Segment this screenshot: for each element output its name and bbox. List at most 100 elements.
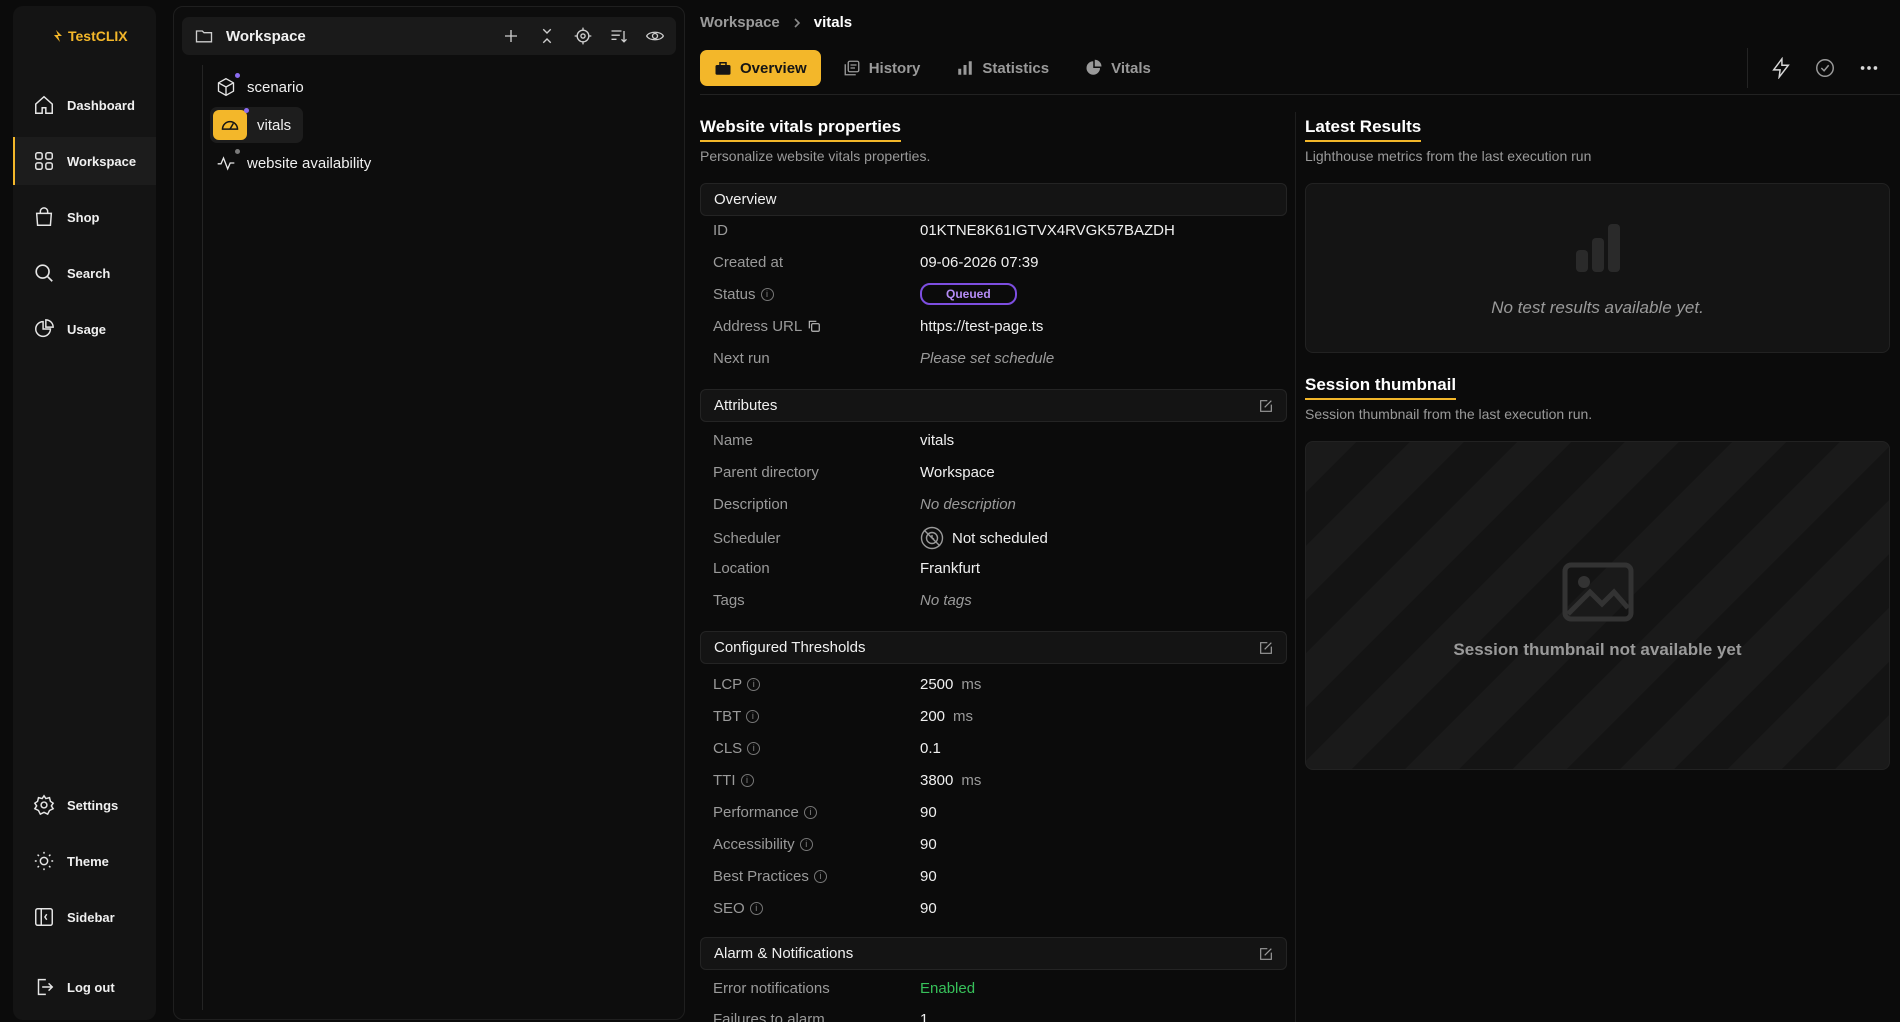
threshold-row: Best Practices i 90 <box>713 863 1283 889</box>
more-icon <box>1860 66 1878 70</box>
threshold-row: SEO i 90 <box>713 895 1283 921</box>
latest-results-empty: No test results available yet. <box>1491 298 1704 317</box>
bar-chart-placeholder-icon <box>1576 224 1620 272</box>
info-icon[interactable]: i <box>746 709 760 723</box>
id-row: ID 01KTNE8K61IGTVX4RVGK57BAZDH <box>713 217 1283 243</box>
name-label: Name <box>713 431 754 449</box>
tab-statistics[interactable]: Statistics <box>942 50 1063 86</box>
locate-button[interactable] <box>572 25 594 47</box>
nav-settings[interactable]: Settings <box>13 781 156 829</box>
latest-results-subtitle: Lighthouse metrics from the last executi… <box>1305 148 1592 164</box>
sun-icon <box>34 851 54 871</box>
props-title: Website vitals properties <box>700 117 901 142</box>
url-row: Address URL https://test-page.ts <box>713 313 1283 339</box>
nav-sidebar[interactable]: Sidebar <box>13 893 156 941</box>
collapse-all-button[interactable] <box>536 25 558 47</box>
tab-overview[interactable]: Overview <box>700 50 821 86</box>
eye-icon <box>645 31 665 41</box>
clock-off-icon <box>920 526 944 550</box>
location-label: Location <box>713 559 770 577</box>
overview-panel-header: Overview <box>700 183 1287 216</box>
check-button[interactable] <box>1814 57 1836 79</box>
created-label: Created at <box>713 253 784 271</box>
threshold-row: LCP i 2500 ms <box>713 671 1283 697</box>
cube-icon <box>215 73 240 98</box>
status-badge: Queued <box>920 283 1017 305</box>
chevron-right-icon <box>794 17 800 28</box>
lightning-icon <box>1772 57 1790 79</box>
logout-button[interactable]: Log out <box>13 963 156 1011</box>
next-run-label: Next run <box>713 349 770 367</box>
info-icon[interactable]: i <box>740 773 754 787</box>
latest-results-card: No test results available yet. <box>1305 183 1890 353</box>
threshold-value: 3800 <box>920 771 954 789</box>
threshold-row: Performance i 90 <box>713 799 1283 825</box>
tab-statistics-label: Statistics <box>982 59 1050 77</box>
threshold-label: CLS <box>713 739 743 757</box>
info-icon[interactable]: i <box>749 901 763 915</box>
edit-thresholds-button[interactable] <box>1258 640 1274 656</box>
created-value: 09-06-2026 07:39 <box>920 253 1039 271</box>
tags-row: Tags No tags <box>713 587 1283 613</box>
plus-icon <box>505 30 517 42</box>
visibility-button[interactable] <box>644 25 666 47</box>
info-icon[interactable]: i <box>760 287 774 301</box>
nav-usage[interactable]: Usage <box>13 305 156 353</box>
threshold-value: 90 <box>920 835 937 853</box>
url-value[interactable]: https://test-page.ts <box>920 318 1043 335</box>
breadcrumb-parent[interactable]: Workspace <box>700 14 780 31</box>
info-icon[interactable]: i <box>747 741 761 755</box>
scheduler-label: Scheduler <box>713 529 781 547</box>
more-button[interactable] <box>1858 57 1880 79</box>
tree-node-website-availability[interactable]: website availability <box>215 149 371 174</box>
tab-vitals[interactable]: Vitals <box>1071 50 1165 86</box>
copy-icon[interactable] <box>807 319 821 333</box>
grid-icon <box>35 152 53 170</box>
threshold-unit: ms <box>961 771 982 789</box>
edit-alarm-button[interactable] <box>1258 946 1274 962</box>
edit-icon <box>1260 948 1272 960</box>
tab-history[interactable]: History <box>829 50 935 86</box>
alarm-panel-header: Alarm & Notifications <box>700 937 1287 970</box>
parent-label: Parent directory <box>713 463 819 481</box>
info-icon[interactable]: i <box>813 869 827 883</box>
search-icon <box>35 264 53 282</box>
scheduler-row: Scheduler Not scheduled <box>713 523 1283 553</box>
nav-search[interactable]: Search <box>13 249 156 297</box>
thumbnail-title: Session thumbnail <box>1305 375 1457 400</box>
error-notifications-value: Enabled <box>920 979 976 997</box>
threshold-row: CLS i 0.1 <box>713 735 1283 761</box>
id-value: 01KTNE8K61IGTVX4RVGK57BAZDH <box>920 221 1175 239</box>
logout-icon <box>37 978 54 996</box>
nav-workspace[interactable]: Workspace <box>13 137 156 185</box>
nav-dashboard[interactable]: Dashboard <box>13 81 156 129</box>
info-icon[interactable]: i <box>747 677 761 691</box>
sort-icon <box>611 30 627 43</box>
location-row: Location Frankfurt <box>713 555 1283 581</box>
name-row: Name vitals <box>713 427 1283 453</box>
tree-node-scenario[interactable]: scenario <box>215 73 304 98</box>
collapse-icon <box>542 28 552 44</box>
status-row: Status i Queued <box>713 281 1283 307</box>
alarm-header-label: Alarm & Notifications <box>714 945 854 962</box>
nav-theme[interactable]: Theme <box>13 837 156 885</box>
edit-attributes-button[interactable] <box>1258 398 1274 414</box>
run-button[interactable] <box>1770 57 1792 79</box>
nav-search-label: Search <box>67 265 111 281</box>
edit-icon <box>1260 642 1272 654</box>
props-subtitle: Personalize website vitals properties. <box>700 148 931 164</box>
add-item-button[interactable] <box>500 25 522 47</box>
nav-workspace-label: Workspace <box>67 153 137 169</box>
info-icon[interactable]: i <box>799 837 813 851</box>
home-icon <box>35 95 53 114</box>
sort-button[interactable] <box>608 25 630 47</box>
info-icon[interactable]: i <box>803 805 817 819</box>
bag-icon <box>35 207 53 226</box>
brand-logo[interactable]: TestCLIX <box>52 28 128 44</box>
nav-shop[interactable]: Shop <box>13 193 156 241</box>
attributes-panel-header: Attributes <box>700 389 1287 422</box>
pulse-icon <box>215 149 240 174</box>
tree-node-vitals[interactable]: vitals <box>210 107 304 143</box>
gear-icon <box>33 794 55 816</box>
threshold-value: 90 <box>920 899 937 917</box>
